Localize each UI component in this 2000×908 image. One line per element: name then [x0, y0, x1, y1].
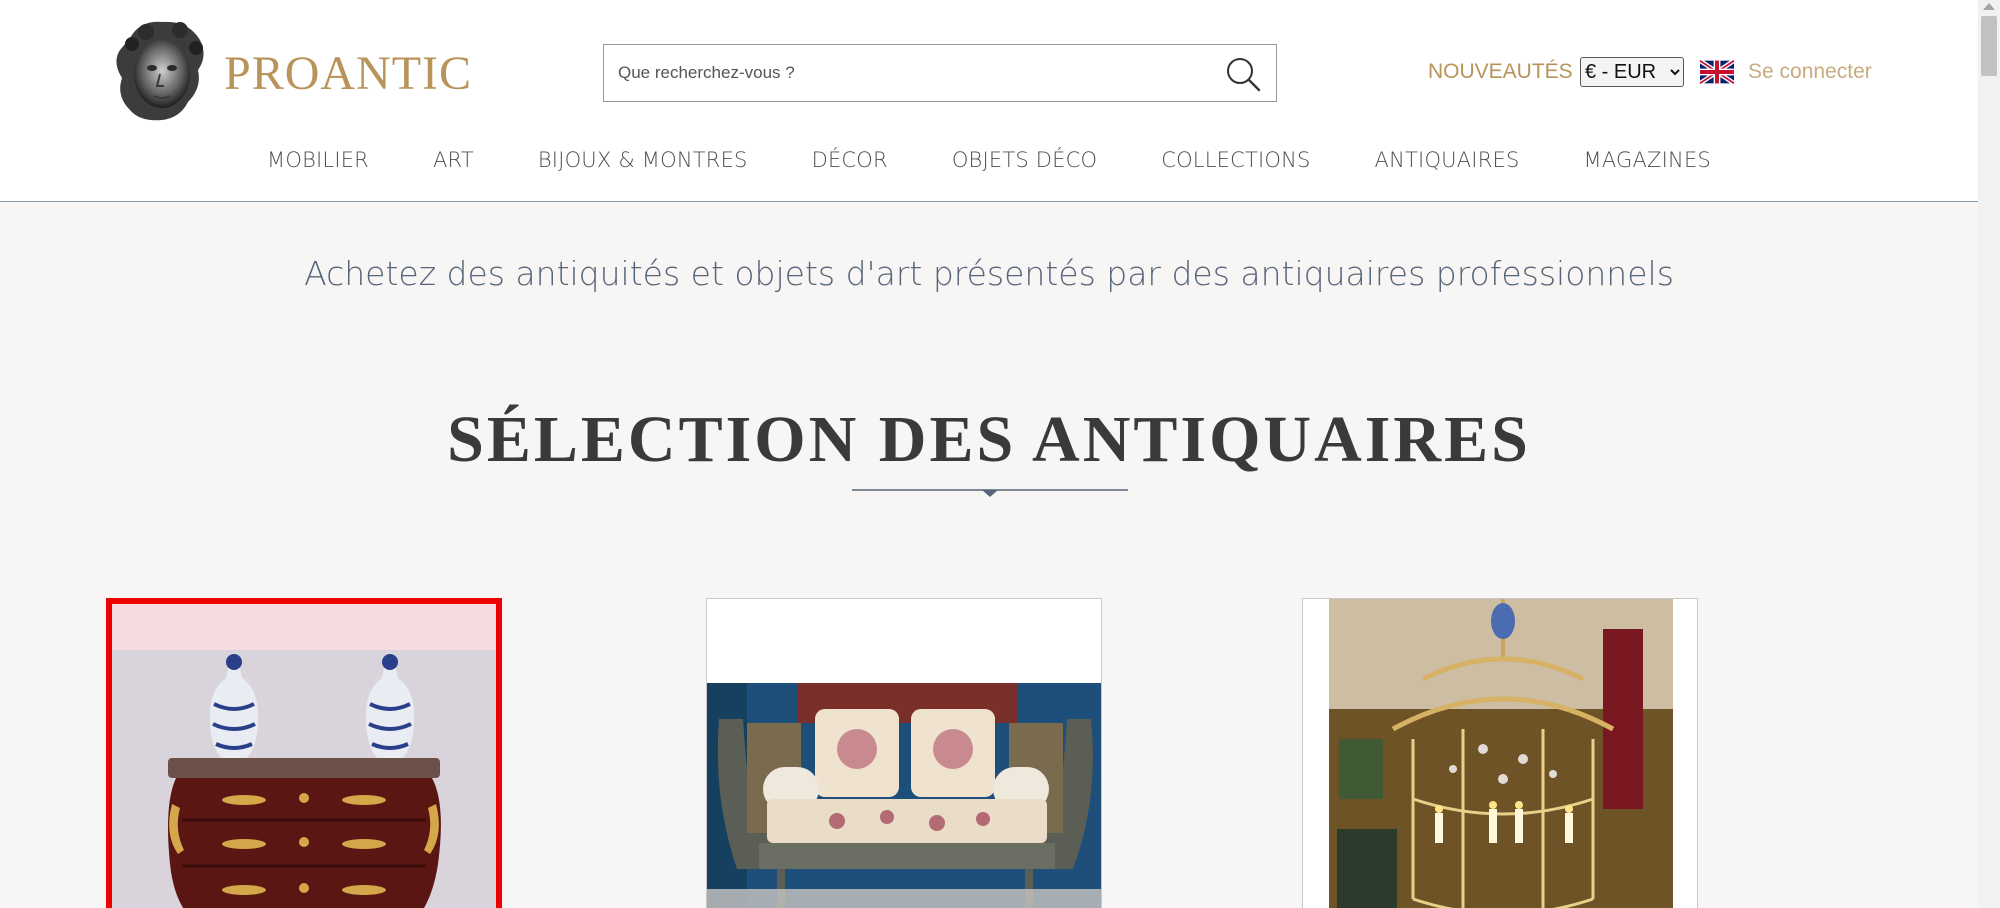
scroll-thumb[interactable] [1981, 16, 1997, 76]
search-input[interactable] [604, 45, 1204, 101]
nav-item-art[interactable]: ART [433, 148, 474, 180]
product-card-commode[interactable] [106, 598, 502, 908]
product-image [1303, 599, 1697, 908]
tagline: Achetez des antiquités et objets d'art p… [304, 254, 1674, 293]
nav-item-collections[interactable]: COLLECTIONS [1161, 148, 1310, 180]
product-card-sofa[interactable] [706, 598, 1102, 908]
search-icon[interactable] [1224, 55, 1262, 93]
nav-item-bijoux-montres[interactable]: BIJOUX & MONTRES [538, 148, 748, 180]
nav-item-mobilier[interactable]: MOBILIER [267, 148, 369, 180]
brand-name[interactable]: PROANTIC [224, 46, 472, 101]
nav-item-magazines[interactable]: MAGAZINES [1584, 148, 1711, 180]
new-arrivals-link[interactable]: NOUVEAUTÉS [1428, 60, 1573, 84]
title-divider [852, 489, 1128, 497]
scroll-up-arrow-icon[interactable] [1983, 3, 1995, 10]
site-header: PROANTIC NOUVEAUTÉS € - EUR Se connecter… [0, 0, 1978, 202]
search-box [603, 44, 1277, 102]
product-image [112, 604, 496, 908]
currency-select[interactable]: € - EUR [1580, 57, 1684, 87]
product-card-chandelier[interactable] [1302, 598, 1698, 908]
product-image [707, 599, 1101, 908]
nav-item-decor[interactable]: DÉCOR [812, 148, 888, 180]
logo-bust-icon[interactable] [110, 18, 210, 124]
nav-item-antiquaires[interactable]: ANTIQUAIRES [1375, 148, 1520, 180]
nav-item-objets-deco[interactable]: OBJETS DÉCO [952, 148, 1097, 180]
section-title: SÉLECTION DES ANTIQUAIRES [447, 403, 1531, 476]
login-link[interactable]: Se connecter [1748, 60, 1872, 84]
uk-flag-icon[interactable] [1700, 60, 1734, 84]
page-scrollbar[interactable] [1978, 0, 2000, 908]
main-nav: MOBILIER ART BIJOUX & MONTRES DÉCOR OBJE… [0, 148, 1978, 180]
